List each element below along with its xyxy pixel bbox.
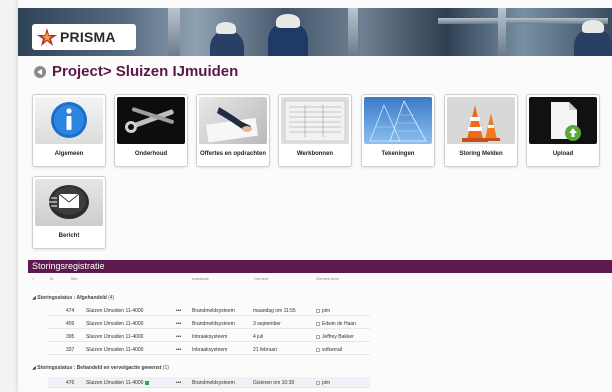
row-gemeld: 4 juli (253, 334, 264, 340)
row-gemeld: Gisteren om 10:39 (253, 380, 295, 386)
row-title[interactable]: Sluizen IJmuiden 11-4000 (86, 380, 150, 386)
row-menu-icon[interactable]: ••• (176, 380, 181, 386)
row-installatie: Inbraaksysteem (192, 334, 228, 340)
tile-onderhoud[interactable]: Onderhoud (114, 94, 188, 167)
table-row[interactable]: 395 Sluizen IJmuiden 11-4000 ••• Inbraak… (48, 331, 370, 342)
table-row[interactable]: 476 Sluizen IJmuiden 11-4000 ••• Brandme… (48, 377, 370, 388)
row-installatie: Brandmeldsysteem (192, 380, 235, 386)
tile-storing-melden[interactable]: Storing Melden (444, 94, 518, 167)
banner-pipe (348, 8, 358, 56)
row-gemeld-door: Jeffrey Bakker (316, 334, 354, 340)
table-header: ✓ Id Titel Installatie Gemeld Gemeld doo… (32, 276, 372, 284)
group-count: (1) (162, 365, 169, 371)
wrench-icon (117, 97, 185, 144)
row-gemeld: maandag om 11:55 (253, 308, 296, 314)
column-gemeld[interactable]: Gemeld (254, 276, 268, 281)
tile-tekeningen[interactable]: Tekeningen (361, 94, 435, 167)
row-title[interactable]: Sluizen IJmuiden 11-4000 (86, 321, 143, 327)
user-checkbox-icon (316, 347, 320, 352)
tile-label: Onderhoud (134, 151, 168, 157)
row-title[interactable]: Sluizen IJmuiden 11-4000 (86, 347, 143, 353)
row-title[interactable]: Sluizen IJmuiden 11-4000 (86, 334, 143, 340)
column-id[interactable]: Id (50, 276, 53, 281)
row-gemeld: 21 februari (253, 347, 277, 353)
page: PRISMA Project> Sluizen IJmuiden Algemee… (18, 0, 612, 392)
banner-helmet (216, 22, 236, 34)
tile-upload[interactable]: Upload (526, 94, 600, 167)
title-row: Project> Sluizen IJmuiden (34, 63, 238, 80)
back-arrow-icon[interactable] (34, 65, 46, 78)
column-installatie[interactable]: Installatie (192, 276, 209, 281)
row-menu-icon[interactable]: ••• (176, 347, 181, 353)
table-row[interactable]: 409 Sluizen IJmuiden 11-4000 ••• Brandme… (48, 318, 370, 329)
new-status-icon (145, 380, 150, 385)
traffic-cone-icon (447, 97, 515, 144)
row-gemeld: 3 september (253, 321, 281, 327)
table-row[interactable]: 474 Sluizen IJmuiden 11-4000 ••• Brandme… (48, 305, 370, 316)
logo-text: PRISMA (60, 29, 116, 45)
header-banner: PRISMA (18, 8, 612, 56)
document-icon (281, 97, 349, 144)
user-checkbox-icon (316, 334, 320, 339)
row-id: 476 (66, 380, 75, 386)
upload-icon (529, 97, 597, 144)
column-gemeld-door[interactable]: Gemeld door (316, 276, 339, 281)
row-menu-icon[interactable]: ••• (176, 308, 181, 314)
row-id: 395 (66, 334, 75, 340)
column-title[interactable]: Titel (70, 276, 77, 281)
handshake-icon (199, 97, 267, 144)
group-header[interactable]: ◢ Storingsstatus : Behandeld en vervolga… (32, 365, 169, 371)
info-icon (35, 97, 103, 144)
envelope-icon (35, 179, 103, 226)
tile-label: Storing Melden (459, 151, 503, 157)
tile-label: Bericht (58, 233, 80, 239)
collapse-icon[interactable]: ◢ (32, 295, 36, 301)
prisma-logo[interactable]: PRISMA (32, 24, 136, 50)
row-id: 474 (66, 308, 75, 314)
group-label: Storingsstatus : Afgehandeld (37, 295, 107, 301)
tile-algemeen[interactable]: Algemeen (32, 94, 106, 167)
collapse-icon[interactable]: ◢ (32, 365, 36, 371)
page-title: Project> Sluizen IJmuiden (52, 63, 239, 80)
tile-offertes[interactable]: Offertes en opdrachten (196, 94, 270, 167)
banner-helmet (276, 14, 300, 28)
banner-pipe (168, 8, 180, 56)
row-gemeld-door: pim (316, 308, 330, 314)
tile-label: Werkbonnen (296, 151, 334, 157)
table-row[interactable]: 337 Sluizen IJmuiden 11-4000 ••• Inbraak… (48, 344, 370, 355)
tile-label: Tekeningen (381, 151, 415, 157)
tile-bericht[interactable]: Bericht (32, 176, 106, 249)
building-icon (364, 97, 432, 144)
row-title[interactable]: Sluizen IJmuiden 11-4000 (86, 308, 143, 314)
row-id: 337 (66, 347, 75, 353)
row-id: 409 (66, 321, 75, 327)
tile-label: Algemeen (54, 151, 84, 157)
user-checkbox-icon (316, 380, 320, 385)
logo-star-icon (36, 27, 58, 47)
row-gemeld-door: pim (316, 380, 330, 386)
tile-label: Upload (552, 151, 574, 157)
banner-pipe (498, 8, 506, 56)
user-checkbox-icon (316, 308, 320, 313)
row-gemeld-door: Edwin de Haan (316, 321, 356, 327)
group-header[interactable]: ◢ Storingsstatus : Afgehandeld (4) (32, 295, 114, 301)
user-checkbox-icon (316, 321, 320, 326)
group-count: (4) (108, 295, 115, 301)
banner-helmet (582, 20, 604, 33)
check-column-icon: ✓ (32, 276, 36, 281)
row-installatie: Brandmeldsysteem (192, 321, 235, 327)
row-menu-icon[interactable]: ••• (176, 334, 181, 340)
section-header: Storingsregistratie (28, 260, 612, 273)
row-gemeld-door: volkerrail (316, 347, 342, 353)
row-menu-icon[interactable]: ••• (176, 321, 181, 327)
tile-label: Offertes en opdrachten (199, 151, 266, 157)
row-installatie: Brandmeldsysteem (192, 308, 235, 314)
tile-werkbonnen[interactable]: Werkbonnen (278, 94, 352, 167)
row-installatie: Inbraaksysteem (192, 347, 228, 353)
group-label: Storingsstatus : Behandeld en vervolgact… (37, 365, 162, 371)
